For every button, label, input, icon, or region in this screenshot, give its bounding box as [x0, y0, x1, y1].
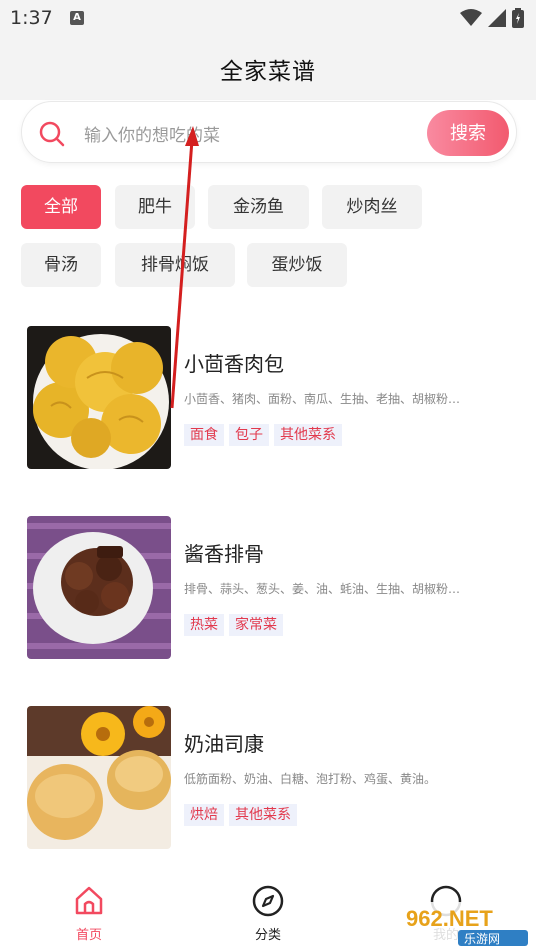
nav-category[interactable]: 分类: [228, 884, 308, 943]
svg-text:乐游网: 乐游网: [464, 932, 500, 946]
nav-home[interactable]: 首页: [49, 884, 129, 943]
compass-icon: [252, 885, 284, 917]
svg-text:962.NET: 962.NET: [406, 906, 493, 931]
watermark-logo: 962.NET 乐游网: [400, 902, 530, 948]
home-icon: [75, 886, 103, 915]
nav-category-label: 分类: [254, 928, 281, 943]
nav-home-label: 首页: [75, 928, 102, 943]
annotation-arrow: [170, 126, 199, 409]
